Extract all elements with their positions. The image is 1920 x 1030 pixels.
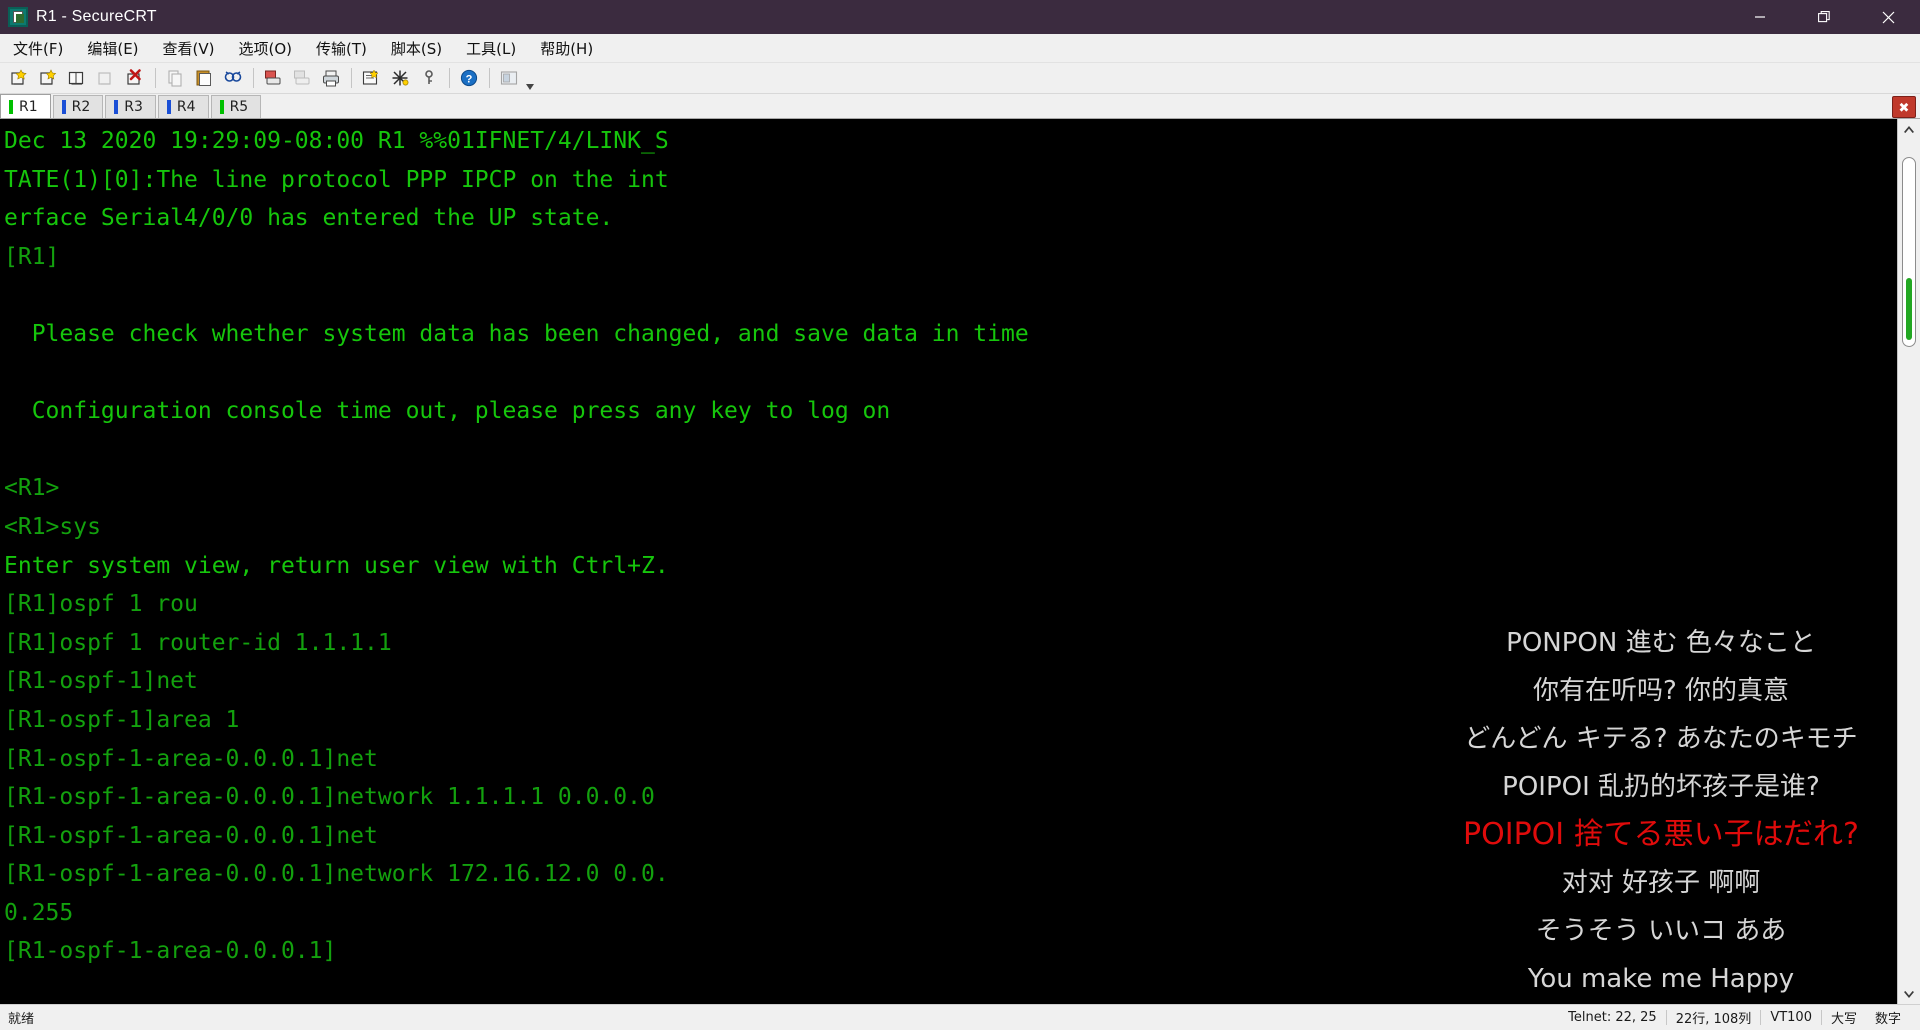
securecrt-window: R1 - SecureCRT 文件(F) 编辑(E) 查看(V) 选项(O) 传…	[0, 0, 1920, 1030]
terminal-line: 0.255	[4, 899, 74, 926]
status-ready: 就绪	[8, 1012, 35, 1027]
session-options-icon[interactable]	[357, 64, 385, 92]
key-icon[interactable]	[415, 64, 443, 92]
status-emulation: VT100	[1770, 1010, 1812, 1025]
status-right-group: Telnet: 22, 25 22行, 108列 VT100 大写 数字	[1559, 1008, 1920, 1027]
tab-label: R3	[124, 99, 143, 115]
status-num-lock: 数字	[1874, 1012, 1901, 1027]
tab-label: R5	[229, 99, 249, 115]
log-session-icon[interactable]	[288, 64, 316, 92]
toolbar: ?	[0, 63, 1920, 94]
status-caps-lock: 大写	[1830, 1012, 1857, 1027]
help-icon[interactable]: ?	[455, 64, 483, 92]
menu-edit[interactable]: 编辑(E)	[76, 35, 149, 62]
terminal-line: [R1-ospf-1]net	[4, 668, 198, 695]
tab-led-icon	[61, 100, 66, 114]
tab-led-icon	[9, 99, 13, 114]
toolbar-separator-3	[351, 68, 352, 88]
global-options-icon[interactable]	[386, 64, 414, 92]
tab-led-icon	[166, 100, 171, 114]
close-button[interactable]	[1856, 0, 1920, 34]
toolbar-overflow-caret-icon[interactable]	[524, 64, 536, 93]
menu-file[interactable]: 文件(F)	[2, 35, 74, 62]
tab-label: R1	[19, 98, 38, 115]
tab-r5[interactable]: R5	[210, 95, 262, 118]
terminal-line: <R1>sys	[4, 513, 101, 540]
terminal-line: [R1]ospf 1 router-id 1.1.1.1	[4, 629, 392, 656]
terminal-line: Enter system view, return user view with…	[4, 552, 669, 579]
terminal-line: [R1-ospf-1-area-0.0.0.1]	[4, 938, 337, 965]
status-cursor-position: 22行, 108列	[1675, 1012, 1752, 1027]
toolbar-separator-4	[449, 68, 450, 88]
terminal-screen[interactable]: Dec 13 2020 19:29:09-08:00 R1 %%01IFNET/…	[0, 119, 1897, 1004]
terminal-line: erface Serial4/0/0 has entered the UP st…	[4, 205, 614, 232]
terminal-line: Configuration console time out, please p…	[4, 398, 891, 425]
menu-bar: 文件(F) 编辑(E) 查看(V) 选项(O) 传输(T) 脚本(S) 工具(L…	[0, 34, 1920, 63]
terminal-scrollbar[interactable]	[1897, 119, 1920, 1004]
title-bar: R1 - SecureCRT	[0, 0, 1920, 34]
reconnect-icon[interactable]	[92, 64, 120, 92]
scrollbar-track[interactable]	[1898, 139, 1920, 984]
disconnect-icon[interactable]	[121, 64, 149, 92]
minimize-button[interactable]	[1728, 0, 1792, 34]
tab-led-icon	[114, 100, 119, 114]
tab-close-button[interactable]: ✖	[1892, 96, 1916, 118]
lyric-line: You Make Me Happy	[1531, 1003, 1791, 1004]
status-connection: Telnet: 22, 25	[1568, 1010, 1657, 1025]
terminal-line: [R1-ospf-1-area-0.0.0.1]net	[4, 745, 378, 772]
menu-script[interactable]: 脚本(S)	[380, 35, 453, 62]
print-screen-icon[interactable]	[259, 64, 287, 92]
copy-icon[interactable]	[161, 64, 189, 92]
terminal-line: Dec 13 2020 19:29:09-08:00 R1 %%01IFNET/…	[4, 128, 669, 154]
terminal-line: [R1]	[4, 243, 60, 270]
menu-help[interactable]: 帮助(H)	[529, 35, 604, 62]
tab-led-icon	[219, 100, 224, 114]
menu-transfer[interactable]: 传输(T)	[305, 35, 378, 62]
terminal-area: Dec 13 2020 19:29:09-08:00 R1 %%01IFNET/…	[0, 119, 1920, 1004]
find-icon[interactable]	[219, 64, 247, 92]
tab-r1[interactable]: R1	[0, 94, 51, 118]
terminal-line: [R1-ospf-1-area-0.0.0.1]network 1.1.1.1 …	[4, 784, 655, 811]
window-controls	[1728, 0, 1920, 34]
terminal-line: [R1-ospf-1]area 1	[4, 706, 240, 733]
terminal-line: [R1]ospf 1 rou	[4, 591, 198, 618]
new-session-icon[interactable]	[5, 64, 33, 92]
terminal-line: <R1>	[4, 475, 60, 502]
print-icon[interactable]	[317, 64, 345, 92]
menu-tools[interactable]: 工具(L)	[455, 35, 527, 62]
scroll-up-arrow-icon[interactable]	[1898, 119, 1920, 139]
paste-icon[interactable]	[190, 64, 218, 92]
toolbar-separator-2	[253, 68, 254, 88]
tab-label: R4	[176, 99, 196, 115]
clone-session-icon[interactable]	[34, 64, 62, 92]
tab-label: R2	[71, 99, 91, 115]
toolbar-separator-1	[155, 68, 156, 88]
window-title: R1 - SecureCRT	[36, 8, 157, 25]
securecrt-app-icon	[8, 7, 28, 27]
menu-view[interactable]: 查看(V)	[152, 35, 226, 62]
tab-strip: R1 R2 R3 R4 R5 ✖	[0, 94, 1920, 119]
scroll-down-arrow-icon[interactable]	[1898, 984, 1920, 1004]
status-bar: 就绪 Telnet: 22, 25 22行, 108列 VT100 大写 数字	[0, 1004, 1920, 1030]
terminal-line: [R1-ospf-1-area-0.0.0.1]net	[4, 822, 378, 849]
scrollbar-thumb[interactable]	[1902, 157, 1916, 347]
svg-text:?: ?	[466, 73, 473, 85]
toolbar-separator-5	[489, 68, 490, 88]
restore-button[interactable]	[1792, 0, 1856, 34]
session-manager-icon[interactable]	[63, 64, 91, 92]
tab-r2[interactable]: R2	[52, 95, 104, 118]
arrange-windows-icon[interactable]	[495, 64, 523, 92]
terminal-line: [R1-ospf-1-area-0.0.0.1]network 172.16.1…	[4, 861, 669, 888]
tab-r4[interactable]: R4	[157, 95, 209, 118]
tab-r3[interactable]: R3	[105, 95, 156, 118]
terminal-line: TATE(1)[0]:The line protocol PPP IPCP on…	[4, 166, 669, 193]
terminal-line: Please check whether system data has bee…	[4, 320, 1029, 347]
menu-options[interactable]: 选项(O)	[228, 35, 304, 62]
